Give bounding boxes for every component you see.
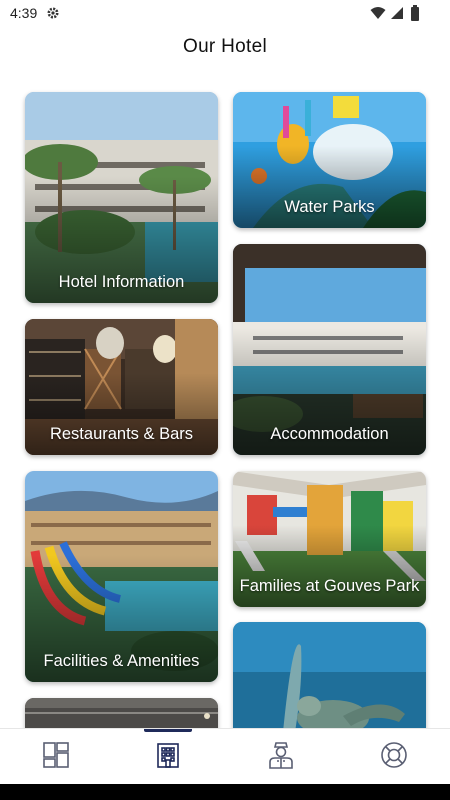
system-navigation-bar [0, 784, 450, 800]
lifebuoy-icon [380, 741, 408, 774]
card-label: Facilities & Amenities [43, 652, 200, 670]
active-tab-indicator [144, 729, 192, 732]
dashboard-icon [42, 741, 70, 774]
card-label: Restaurants & Bars [49, 425, 194, 443]
card-label: Hotel Information [58, 273, 185, 291]
category-grid: Hotel Information Water Parks Restaurant… [0, 0, 450, 728]
nav-dashboard[interactable] [0, 729, 112, 785]
card-image [25, 698, 218, 728]
card-water-parks[interactable]: Water Parks [233, 92, 426, 228]
card-hotel-information[interactable]: Hotel Information [25, 92, 218, 303]
page-title: Our Hotel [182, 36, 267, 57]
concierge-icon [267, 741, 295, 774]
hotel-building-icon [154, 741, 182, 774]
card-partial-bottom-right[interactable] [233, 622, 426, 728]
card-facilities-amenities[interactable]: Facilities & Amenities [25, 471, 218, 682]
card-partial-bottom-left[interactable] [25, 698, 218, 728]
bottom-navigation [0, 728, 450, 784]
nav-concierge[interactable] [225, 729, 337, 785]
card-accommodation[interactable]: Accommodation [233, 244, 426, 455]
card-families-gouves-park[interactable]: Families at Gouves Park [233, 471, 426, 607]
card-label: Accommodation [270, 425, 389, 443]
nav-our-hotel[interactable] [112, 729, 224, 785]
card-label: Families at Gouves Park [239, 577, 420, 595]
card-label: Water Parks [284, 198, 375, 216]
nav-help[interactable] [338, 729, 450, 785]
card-restaurants-bars[interactable]: Restaurants & Bars [25, 319, 218, 455]
card-image [233, 622, 426, 728]
